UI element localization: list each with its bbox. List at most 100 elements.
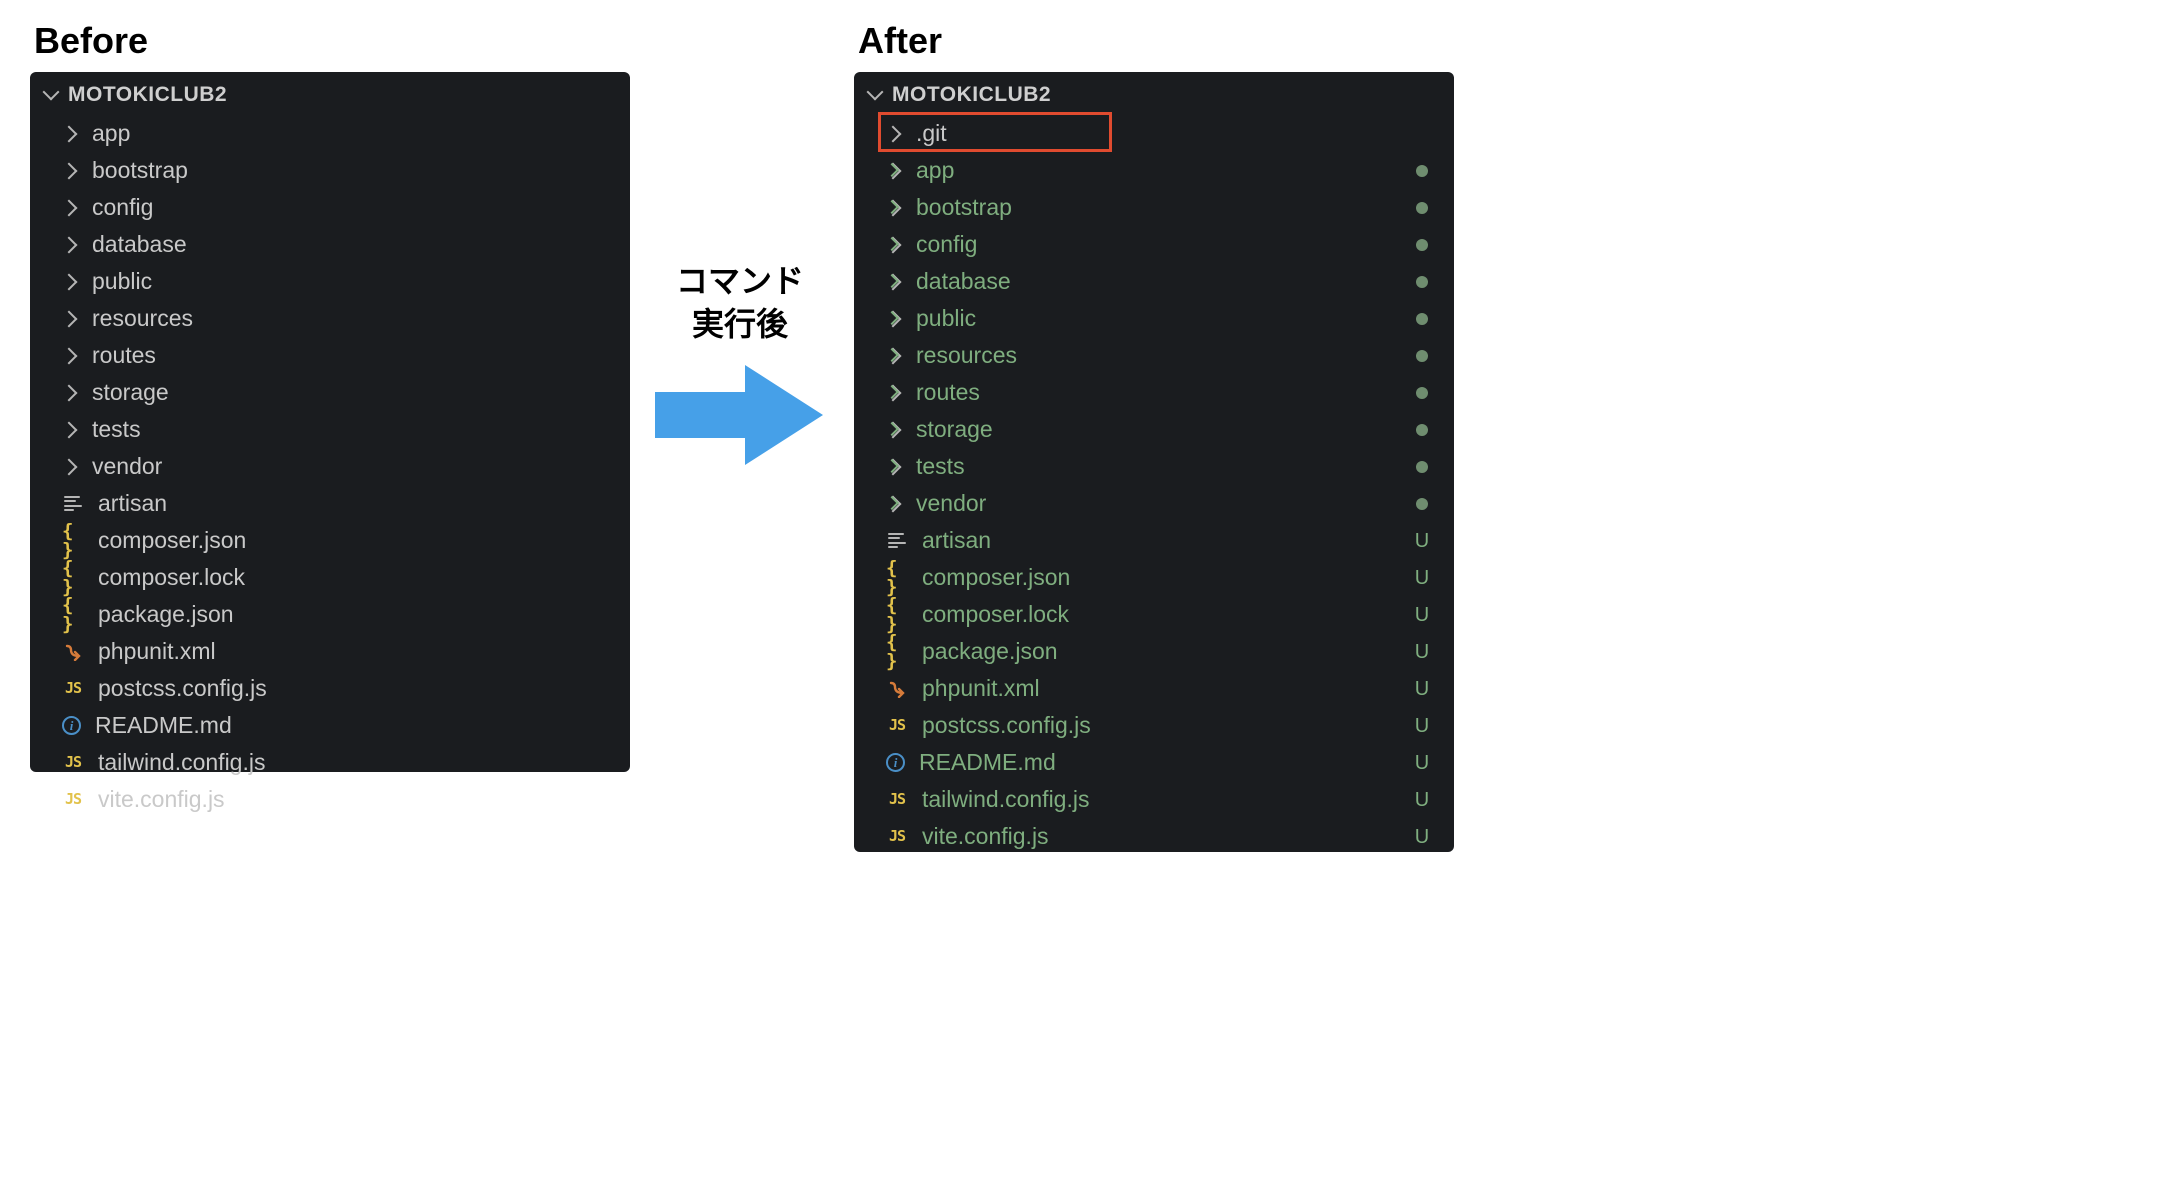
file-label: tailwind.config.js [98,751,612,774]
file-item[interactable]: JSvite.config.js [30,781,630,818]
file-label: tailwind.config.js [922,788,1394,811]
json-icon: { } [886,567,908,589]
chevron-right-icon [888,238,902,252]
chevron-right-icon [64,201,78,215]
file-item[interactable]: phpunit.xml U [854,670,1454,707]
file-item[interactable]: { }package.json [30,596,630,633]
folder-label: public [916,307,1402,330]
git-status-dot [1416,350,1428,362]
git-status-dot [1416,461,1428,473]
git-status-badge: U [1408,531,1436,551]
git-status-dot [1416,202,1428,214]
file-label: phpunit.xml [922,677,1394,700]
git-status-badge: U [1408,716,1436,736]
folder-label: vendor [92,455,612,478]
folder-item[interactable]: vendor [854,485,1454,522]
file-label: artisan [922,529,1394,552]
file-label: package.json [98,603,612,626]
folder-item[interactable]: config [30,189,630,226]
xml-icon [886,678,908,700]
file-label: postcss.config.js [922,714,1394,737]
chevron-right-icon [64,312,78,326]
project-header-before[interactable]: MOTOKICLUB2 [30,78,630,115]
file-item[interactable]: { }composer.jsonU [854,559,1454,596]
folder-label: tests [916,455,1402,478]
after-explorer: MOTOKICLUB2 .git app bootstrapconfigdatab… [854,72,1454,852]
git-status-badge: U [1408,753,1436,773]
file-item[interactable]: artisan U [854,522,1454,559]
arrow-right-icon [655,360,825,470]
git-status-badge: U [1408,790,1436,810]
file-item[interactable]: JSvite.config.jsU [854,818,1454,855]
file-item[interactable]: JSpostcss.config.js [30,670,630,707]
file-item[interactable]: { }composer.lockU [854,596,1454,633]
file-label: composer.json [98,529,612,552]
git-status-dot [1416,313,1428,325]
folder-git[interactable]: .git [854,115,1454,152]
chevron-down-icon [868,88,882,102]
file-label: composer.lock [98,566,612,589]
git-status-badge: U [1408,679,1436,699]
folder-item[interactable]: resources [854,337,1454,374]
folder-label: public [92,270,612,293]
git-status-dot [1416,424,1428,436]
folder-item[interactable]: public [30,263,630,300]
chevron-right-icon [888,164,902,178]
folder-item[interactable]: database [30,226,630,263]
git-status-badge: U [1408,642,1436,662]
json-icon: { } [886,641,908,663]
folder-label: routes [92,344,612,367]
file-label: README.md [95,714,612,737]
project-header-after[interactable]: MOTOKICLUB2 [854,78,1454,115]
git-status-dot [1416,239,1428,251]
file-item[interactable]: phpunit.xml [30,633,630,670]
after-title: After [854,20,1454,62]
folder-item[interactable]: resources [30,300,630,337]
transition-caption: コマンド 実行後 [640,260,840,470]
js-icon: JS [62,789,84,811]
file-item[interactable]: artisan [30,485,630,522]
file-item[interactable]: iREADME.mdU [854,744,1454,781]
file-item[interactable]: { }composer.lock [30,559,630,596]
folder-item[interactable]: config [854,226,1454,263]
chevron-right-icon [64,238,78,252]
xml-icon [62,641,84,663]
folder-item[interactable]: storage [30,374,630,411]
chevron-right-icon [888,460,902,474]
folder-item[interactable]: tests [854,448,1454,485]
folder-item[interactable]: routes [854,374,1454,411]
folder-item[interactable]: tests [30,411,630,448]
js-icon: JS [886,715,908,737]
project-name: MOTOKICLUB2 [892,84,1051,105]
folder-label: storage [916,418,1402,441]
folder-item[interactable]: database [854,263,1454,300]
info-icon: i [886,753,905,772]
file-label: package.json [922,640,1394,663]
file-item[interactable]: { } package.json U [854,633,1454,670]
chevron-right-icon [888,201,902,215]
folder-item[interactable]: app [854,152,1454,189]
folder-item[interactable]: vendor [30,448,630,485]
chevron-right-icon [888,349,902,363]
file-item[interactable]: JStailwind.config.js [30,744,630,781]
git-status-badge: U [1408,827,1436,847]
info-icon: i [62,716,81,735]
file-item[interactable]: i README.md [30,707,630,744]
chevron-right-icon [64,460,78,474]
file-item[interactable]: JS postcss.config.js U [854,707,1454,744]
folder-label: app [916,159,1402,182]
folder-item[interactable]: storage [854,411,1454,448]
file-label: artisan [98,492,612,515]
folder-item[interactable]: public [854,300,1454,337]
folder-item[interactable]: bootstrap [30,152,630,189]
folder-item[interactable]: bootstrap [854,189,1454,226]
folder-item[interactable]: routes [30,337,630,374]
folder-label: .git [916,122,1436,145]
js-icon: JS [886,826,908,848]
file-item[interactable]: JStailwind.config.jsU [854,781,1454,818]
text-file-icon [62,493,84,515]
folder-item[interactable]: app [30,115,630,152]
file-item[interactable]: { }composer.json [30,522,630,559]
git-status-dot [1416,387,1428,399]
folder-label: routes [916,381,1402,404]
